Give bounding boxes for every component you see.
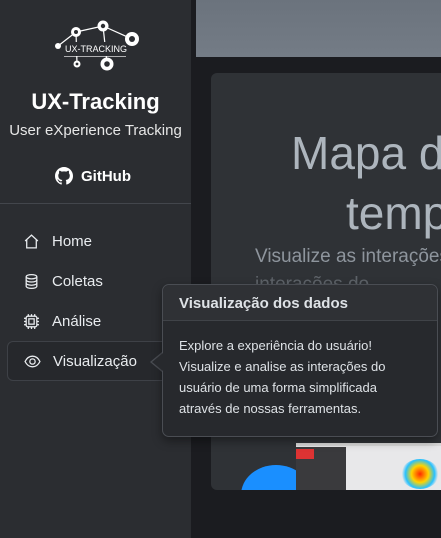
- github-link[interactable]: GitHub: [55, 165, 131, 187]
- github-icon: [55, 167, 73, 185]
- eye-icon: [24, 355, 41, 367]
- sidebar: UX-TRACKING UX-Tracking User eXperience …: [0, 0, 191, 538]
- database-icon: [25, 273, 38, 289]
- heatmap-hotspot: [401, 459, 439, 489]
- sidebar-item-label: Coletas: [52, 272, 103, 290]
- ux-tracking-logo[interactable]: UX-TRACKING: [44, 18, 148, 78]
- popover: Visualização dos dados Explore a experiê…: [162, 284, 438, 437]
- sidebar-divider: [0, 203, 191, 204]
- popover-arrow-inner: [152, 353, 163, 371]
- sidebar-item-analise[interactable]: Análise: [7, 301, 183, 341]
- sidebar-item-label: Visualização: [53, 352, 137, 370]
- hero-title-line2: temp: [346, 187, 441, 239]
- hero-title-line1: Mapa d: [291, 127, 441, 179]
- brand-title: UX-Tracking: [31, 89, 160, 114]
- cpu-icon: [24, 313, 39, 329]
- sidebar-item-coletas[interactable]: Coletas: [7, 261, 183, 301]
- heatmap-preview-marker: [296, 449, 314, 459]
- svg-text:UX-TRACKING: UX-TRACKING: [65, 44, 127, 54]
- sidebar-item-home[interactable]: Home: [7, 221, 183, 261]
- sidebar-item-label: Home: [52, 232, 93, 250]
- page-bottom: [211, 490, 441, 538]
- sidebar-item-label: Análise: [52, 312, 102, 330]
- popover-title: Visualização dos dados: [163, 285, 437, 321]
- hero-text-line1: Visualize as interações: [255, 246, 441, 267]
- header-image: [196, 0, 441, 57]
- github-label: GitHub: [81, 167, 131, 185]
- home-icon: [24, 233, 39, 249]
- brand-subtitle: User eXperience Tracking: [9, 122, 182, 139]
- popover-body: Explore a experiência do usuário! Visual…: [179, 338, 386, 416]
